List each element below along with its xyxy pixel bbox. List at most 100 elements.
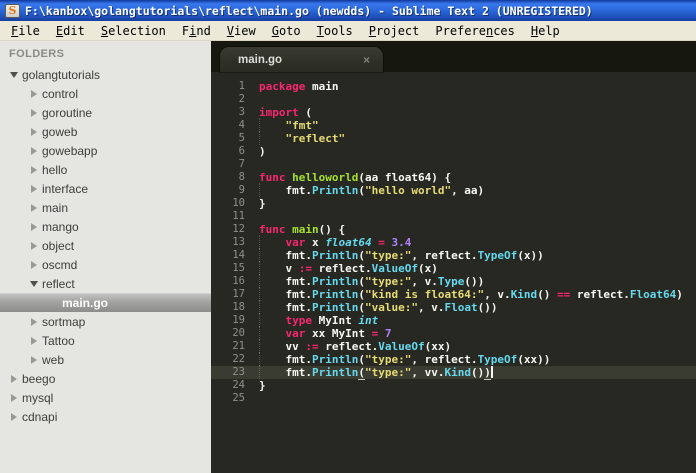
code-token-str: "type:"	[364, 353, 412, 366]
code-token-p: MyInt	[312, 314, 359, 327]
sidebar-item-tattoo[interactable]: Tattoo	[0, 331, 211, 350]
triangle-down-icon[interactable]	[26, 281, 42, 287]
code-line[interactable]: 12 func main() {	[211, 223, 696, 236]
sidebar-item-goweb[interactable]: goweb	[0, 122, 211, 141]
code-line[interactable]: 7	[211, 158, 696, 171]
code-token-p: (	[298, 106, 312, 119]
triangle-right-icon[interactable]	[26, 356, 42, 364]
triangle-right-icon[interactable]	[26, 166, 42, 174]
sidebar-item-web[interactable]: web	[0, 350, 211, 369]
code-line[interactable]: 8 func helloworld(aa float64) {	[211, 171, 696, 184]
code-token-p: )	[676, 288, 683, 301]
code-token-kw: var	[285, 327, 306, 340]
code-line[interactable]: 3 import (	[211, 106, 696, 119]
code-line[interactable]: 13 var x float64 = 3.4	[211, 235, 696, 249]
indent-guide	[259, 235, 260, 249]
triangle-right-icon[interactable]	[26, 318, 42, 326]
code-token-p	[259, 132, 286, 145]
code-line[interactable]: 24}	[211, 379, 696, 392]
code-line[interactable]: 18 fmt.Println("value:", v.Float())	[211, 300, 696, 314]
indent-guide	[259, 313, 260, 327]
sidebar-item-mango[interactable]: mango	[0, 217, 211, 236]
code-line[interactable]: 2	[211, 93, 696, 106]
code-line[interactable]: 21 vv := reflect.ValueOf(xx)	[211, 339, 696, 353]
sidebar-item-main-go[interactable]: main.go	[0, 293, 211, 312]
triangle-right-icon[interactable]	[26, 223, 42, 231]
menu-item-help[interactable]: Help	[523, 23, 568, 39]
menu-item-file[interactable]: File	[3, 23, 48, 39]
tab-main-go[interactable]: main.go ×	[220, 47, 383, 72]
menu-item-edit[interactable]: Edit	[48, 23, 93, 39]
tree-item-label: reflect	[42, 276, 75, 291]
menubar: File Edit Selection Find View Goto Tools Projec…	[0, 21, 696, 41]
sidebar-item-golangtutorials[interactable]: golangtutorials	[0, 65, 211, 84]
triangle-down-icon[interactable]	[6, 72, 22, 78]
code-line[interactable]: 5 "reflect"	[211, 131, 696, 145]
sidebar-item-gowebapp[interactable]: gowebapp	[0, 141, 211, 160]
triangle-right-icon[interactable]	[26, 261, 42, 269]
sidebar-item-oscmd[interactable]: oscmd	[0, 255, 211, 274]
tree-item-label: web	[42, 352, 65, 367]
sidebar-item-interface[interactable]: interface	[0, 179, 211, 198]
code-token-p: fmt.	[259, 301, 312, 314]
triangle-right-icon[interactable]	[6, 394, 22, 402]
tree-item-label: interface	[42, 181, 89, 196]
code-line[interactable]: 19 type MyInt int	[211, 313, 696, 327]
menu-item-find[interactable]: Find	[174, 23, 219, 39]
sidebar-item-cdnapi[interactable]: cdnapi	[0, 407, 211, 426]
triangle-right-icon[interactable]	[26, 204, 42, 212]
code-token-kw: func	[259, 171, 286, 184]
code-line[interactable]: 6)	[211, 145, 696, 158]
code-token-call: Println	[311, 184, 359, 197]
code-line[interactable]: 22 fmt.Println("type:", reflect.TypeOf(x…	[211, 352, 696, 366]
indent-guide	[259, 131, 260, 145]
sidebar-item-main[interactable]: main	[0, 198, 211, 217]
code-area[interactable]: 1 package main 2 3 import (4 "fmt" 5 "reflect…	[211, 72, 696, 473]
triangle-right-icon[interactable]	[6, 375, 22, 383]
triangle-right-icon[interactable]	[6, 413, 22, 421]
titlebar: S F:\kanbox\golangtutorials\reflect\main…	[0, 0, 696, 21]
code-token-p: (xx)	[424, 340, 452, 353]
triangle-right-icon[interactable]	[26, 242, 42, 250]
code-token-p: (x)	[417, 262, 438, 275]
menu-item-project[interactable]: Project	[361, 23, 428, 39]
sidebar-item-object[interactable]: object	[0, 236, 211, 255]
code-line[interactable]: 14 fmt.Println("type:", reflect.TypeOf(x…	[211, 248, 696, 262]
code-token-p: (xx))	[517, 353, 551, 366]
menu-item-preferences[interactable]: Preferences	[427, 23, 523, 39]
code-line-current[interactable]: 23 fmt.Println("type:", vv.Kind())	[211, 365, 696, 380]
menu-item-selection[interactable]: Selection	[93, 23, 174, 39]
code-line[interactable]: 15 v := reflect.ValueOf(x)	[211, 261, 696, 275]
sidebar-item-beego[interactable]: beego	[0, 369, 211, 388]
code-line[interactable]: 9 fmt.Println("hello world", aa)	[211, 183, 696, 197]
code-token-call: Type	[437, 275, 465, 288]
menu-item-view[interactable]: View	[219, 23, 264, 39]
code-line[interactable]: 17 fmt.Println("kind is float64:", v.Kin…	[211, 287, 696, 301]
triangle-right-icon[interactable]	[26, 337, 42, 345]
code-line[interactable]: 1 package main	[211, 80, 696, 93]
triangle-right-icon[interactable]	[26, 147, 42, 155]
code-line[interactable]: 25	[211, 392, 696, 405]
sidebar-item-mysql[interactable]: mysql	[0, 388, 211, 407]
code-line[interactable]: 10}	[211, 197, 696, 210]
sidebar-item-reflect[interactable]: reflect	[0, 274, 211, 293]
sidebar-item-hello[interactable]: hello	[0, 160, 211, 179]
sidebar-item-sortmap[interactable]: sortmap	[0, 312, 211, 331]
code-token-kw: :=	[298, 262, 312, 275]
code-line[interactable]: 20 var xx MyInt = 7	[211, 326, 696, 340]
code-token-str: "type:"	[364, 366, 412, 379]
sidebar-item-goroutine[interactable]: goroutine	[0, 103, 211, 122]
menu-item-goto[interactable]: Goto	[264, 23, 309, 39]
triangle-right-icon[interactable]	[26, 109, 42, 117]
menu-item-tools[interactable]: Tools	[309, 23, 361, 39]
line-number: 10	[232, 197, 245, 209]
code-line[interactable]: 16 fmt.Println("type:", v.Type())	[211, 274, 696, 288]
triangle-right-icon[interactable]	[26, 185, 42, 193]
close-icon[interactable]: ×	[363, 54, 370, 66]
triangle-right-icon[interactable]	[26, 128, 42, 136]
code-token-p: , v.	[417, 301, 445, 314]
code-line[interactable]: 11	[211, 210, 696, 223]
code-line[interactable]: 4 "fmt"	[211, 118, 696, 132]
triangle-right-icon[interactable]	[26, 90, 42, 98]
sidebar-item-control[interactable]: control	[0, 84, 211, 103]
